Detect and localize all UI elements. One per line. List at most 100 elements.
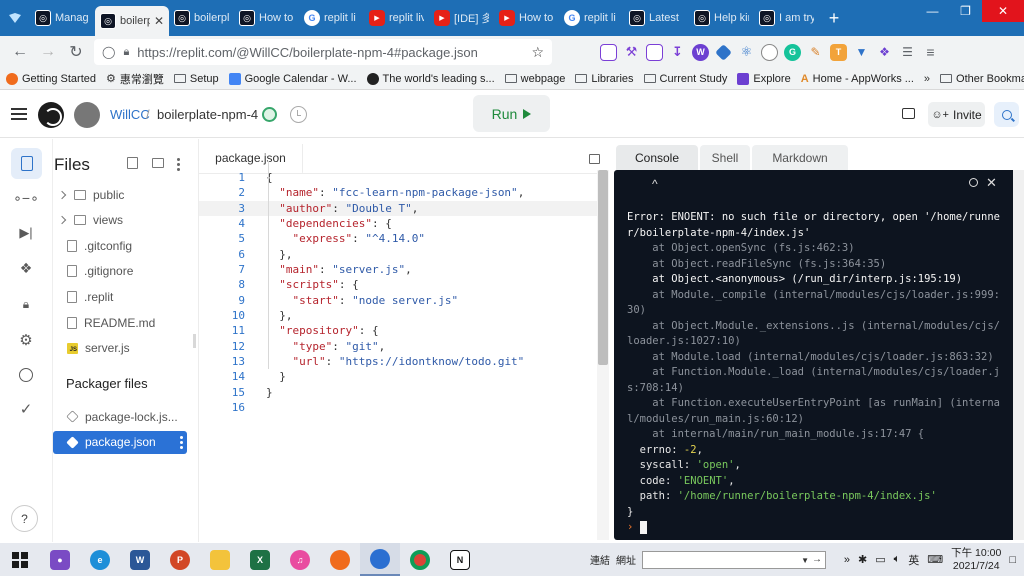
taskbar-file-explorer[interactable] [200,543,240,576]
brush-icon[interactable]: ✎ [807,44,824,61]
keyboard-icon[interactable]: ⌨ [927,553,943,566]
hamburger-menu-icon[interactable] [11,108,27,120]
bookmark-explore[interactable]: Explore [737,72,791,85]
console-prompt[interactable]: › [627,520,1007,536]
code-line[interactable]: 4 "dependencies": { [199,216,597,231]
go-arrow-icon[interactable]: → [812,554,822,565]
bookmark-webpage[interactable]: webpage [504,73,565,85]
taskbar-firefox[interactable] [320,543,360,576]
close-tab-icon[interactable]: ✕ [154,14,164,28]
packager-file-item[interactable]: package-lock.js... [53,405,187,428]
minimize-button[interactable]: — [916,0,949,22]
tab-console[interactable]: Console [616,145,698,170]
volume-icon[interactable]: 🔈︎ [894,553,901,566]
close-icon[interactable]: ✕ [986,175,997,191]
address-bar[interactable]: ◯ 🔒︎ https://replit.com/@WillCC/boilerpl… [94,39,552,65]
reload-button[interactable]: ↻ [62,38,90,66]
taskbar-address-input[interactable]: ▼ → [642,550,826,569]
secrets-button[interactable]: 🔒︎ [14,292,38,316]
shield-icon[interactable]: ◯ [102,45,115,59]
bookmark-appworks[interactable]: A Home - AppWorks ... [801,73,914,85]
browser-tab[interactable]: ◎Help kin [689,0,754,36]
browser-tab[interactable]: ◎ How to [234,0,299,36]
code-line[interactable]: 1{ [199,170,597,185]
bookmark-setup[interactable]: Setup [173,73,219,85]
editor-menu-icon[interactable] [589,154,600,164]
search-button[interactable] [994,102,1019,127]
circle-extension-icon[interactable] [761,43,778,61]
bookmark-frequent[interactable]: ⚙ 惠常瀏覽 [106,71,164,87]
grammarly-icon[interactable]: G [784,43,801,61]
editor-scrollbar[interactable] [597,170,609,540]
window-close-button[interactable]: ✕ [982,0,1024,22]
bookmark-github[interactable]: The world's leading s... [366,72,495,85]
bluetooth-icon[interactable]: ✱ [858,553,867,566]
breadcrumb-repl-name[interactable]: boilerplate-npm-4 [157,107,258,122]
url-text[interactable]: https://replit.com/@WillCC/boilerplate-n… [137,45,523,60]
browser-tab[interactable]: ▶ How to [494,0,559,36]
file-options-icon[interactable] [180,435,183,449]
scroll-up-caret[interactable]: ^ [652,177,658,191]
new-folder-icon[interactable] [152,158,164,168]
download-icon[interactable]: ↧ [669,44,686,61]
browser-tab[interactable]: ◎ boilerp ✕ [95,6,169,36]
more-bookmarks-icon[interactable]: » [924,73,930,85]
network-icon[interactable]: ▭ [875,553,885,566]
browser-tab[interactable]: ◎ I am try [754,0,819,36]
chevron-down-icon[interactable]: ▼ [801,556,809,565]
back-button[interactable]: ← [6,38,34,66]
taskbar-word[interactable]: W [120,543,160,576]
code-line[interactable]: 12 "type": "git", [199,339,597,354]
code-line[interactable]: 2 "name": "fcc-learn-npm-package-json", [199,185,597,200]
files-tool-button[interactable] [11,148,42,179]
history-icon[interactable] [290,106,307,123]
w-extension-icon[interactable]: W [692,43,709,61]
taskbar-edge[interactable]: e [80,543,120,576]
taskbar-github-desktop[interactable]: ● [40,543,80,576]
layers-icon[interactable] [715,43,732,61]
file-tree-item[interactable]: README.md [53,311,187,334]
lock-icon[interactable]: 🔒︎ [123,46,129,59]
menu-icon[interactable]: ≡ [922,44,939,61]
run-button[interactable]: Run [473,95,550,132]
replit-logo-icon[interactable] [38,102,64,128]
nodejs-language-icon[interactable] [262,107,277,122]
browser-tab[interactable]: ◎ boilerpl [169,0,234,36]
breadcrumb-user[interactable]: WillCC [110,107,150,122]
clock[interactable]: 下午 10:00 2021/7/24 [951,547,1001,573]
invite-button[interactable]: ☺+ Invite [928,102,985,127]
packages-button[interactable]: ❖ [14,256,38,280]
packager-file-item[interactable]: package.json [53,430,187,454]
taskbar-chrome[interactable] [400,543,440,576]
chat-icon[interactable] [902,108,915,119]
code-line[interactable]: 5 "express": "^4.14.0" [199,231,597,246]
wrench-icon[interactable]: ⚒ [623,44,640,61]
other-bookmarks[interactable]: Other Bookmarks [940,73,1024,85]
browser-tab[interactable]: Greplit li [299,0,364,36]
help-button[interactable]: ? [11,505,38,532]
taskbar-powerpoint[interactable]: P [160,543,200,576]
editor-scroll-thumb[interactable] [598,170,608,365]
code-line[interactable]: 9 "start": "node server.js" [199,293,597,308]
taskbar-notion[interactable]: N [440,543,480,576]
file-tree-item[interactable]: public [53,183,187,206]
new-tab-button[interactable]: + [819,8,849,29]
browser-tab[interactable]: ◎ Latest [624,0,689,36]
debugger-button[interactable]: ▶| [14,221,38,245]
links-toolbar-label[interactable]: 連結 [590,552,610,567]
browser-tab[interactable]: Greplit li [559,0,624,36]
bookmark-libraries[interactable]: Libraries [575,73,634,85]
code-line[interactable]: 11 "repository": { [199,323,597,338]
chevron-right-icon[interactable] [57,215,67,225]
taskbar-excel[interactable]: X [240,543,280,576]
library-icon[interactable]: ☰ [899,44,916,61]
taskbar-firefox-developer[interactable] [360,543,400,576]
search-icon[interactable] [969,178,978,187]
browser-tab[interactable]: ◎ Manag [30,0,95,36]
notification-icon[interactable]: □ [1009,554,1016,566]
terminal[interactable]: ^ ✕ Error: ENOENT: no such file or direc… [614,170,1018,540]
unit-tests-button[interactable]: ✓ [14,397,38,421]
start-button[interactable] [0,543,40,576]
code-line[interactable]: 3 "author": "Double T", [199,200,597,217]
code-line[interactable]: 8 "scripts": { [199,277,597,292]
